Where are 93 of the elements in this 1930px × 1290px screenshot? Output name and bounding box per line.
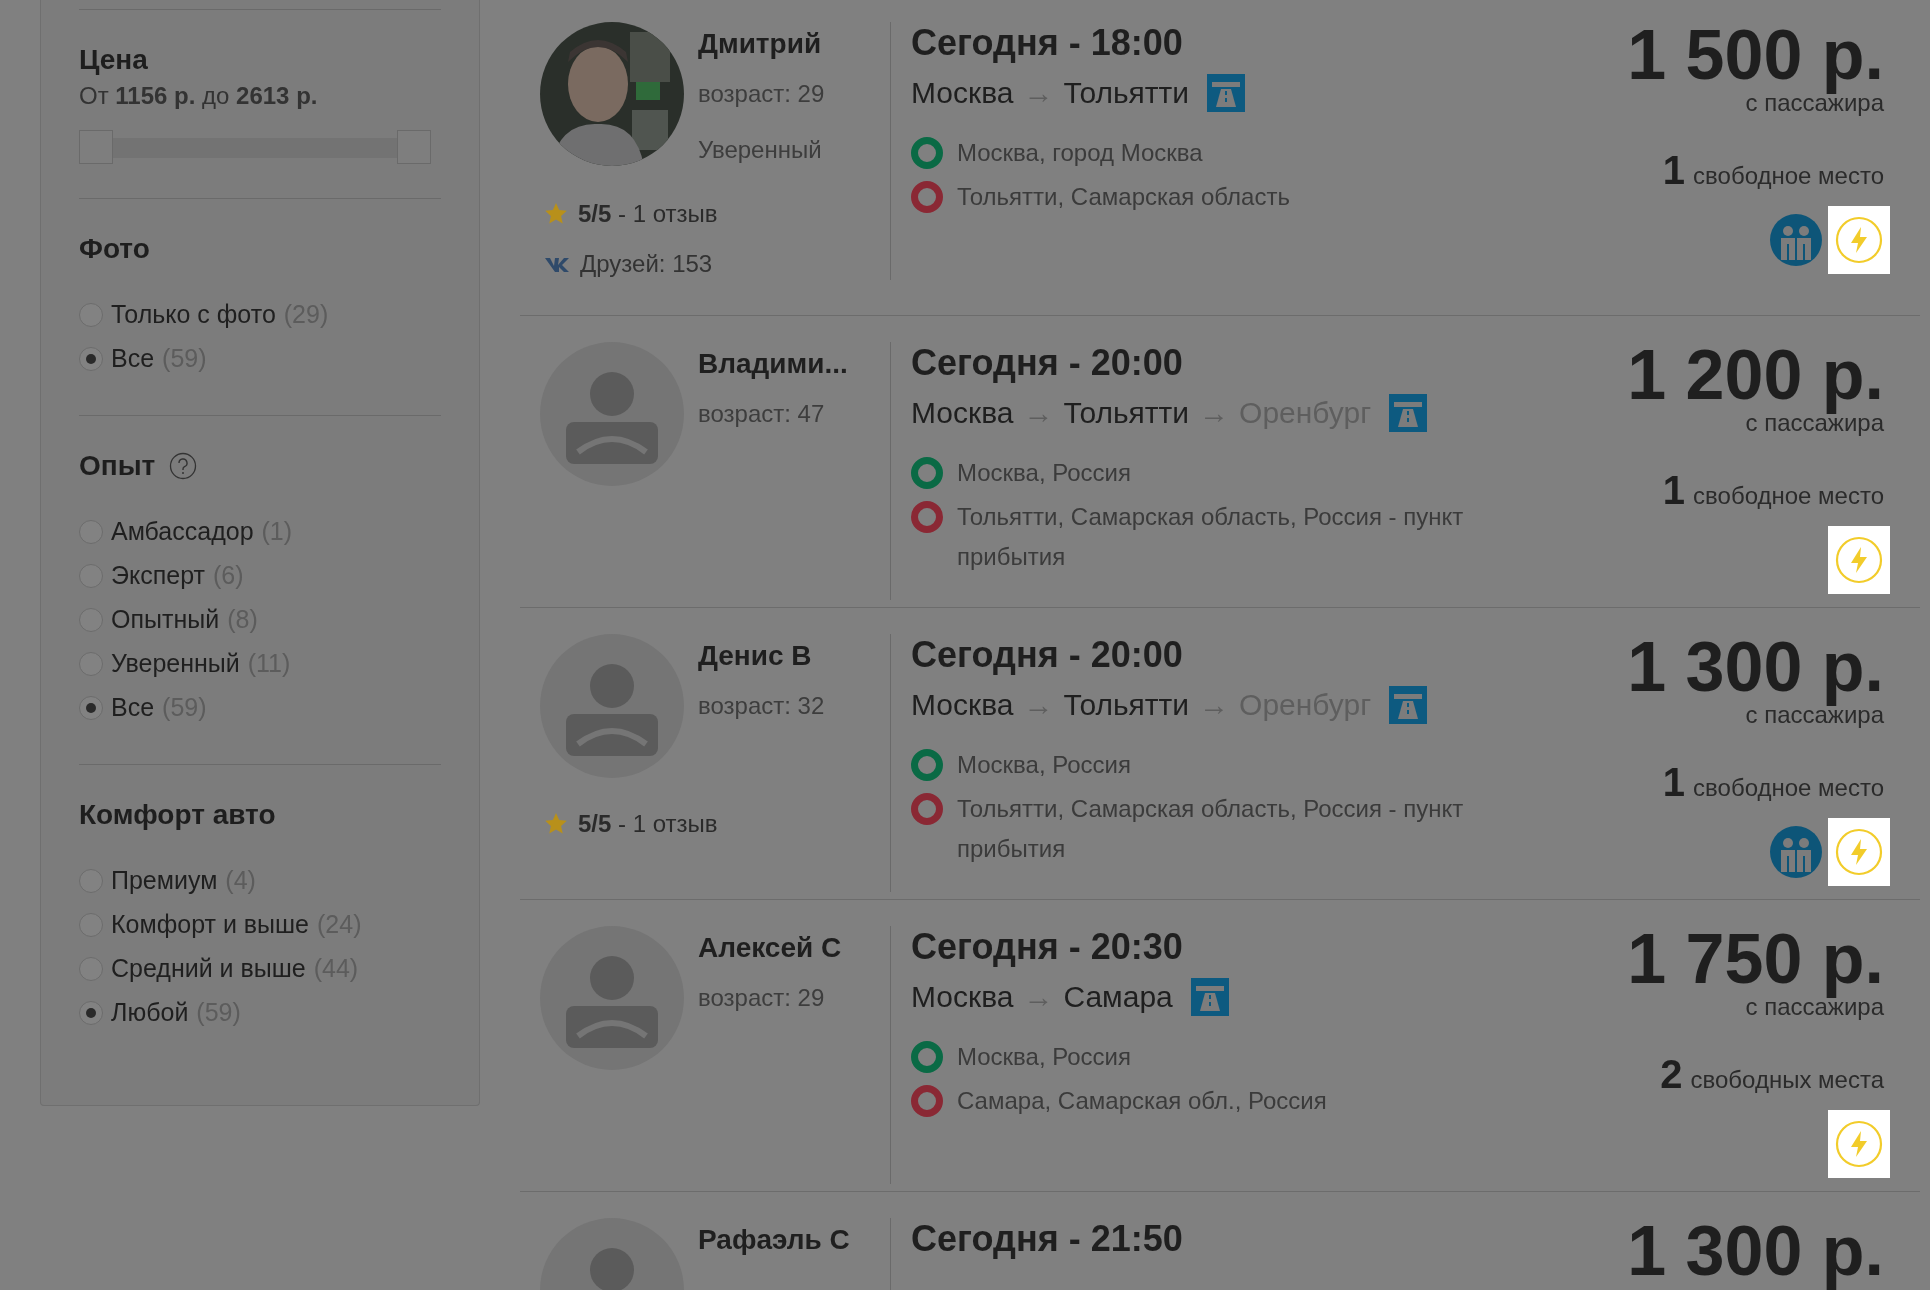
stop-marker [911, 1041, 943, 1073]
route-city: Москва [911, 75, 1014, 111]
route-city: Москва [911, 979, 1014, 1015]
stop-address: Москва, Россия [957, 458, 1131, 488]
driver-avatar-icon [540, 926, 684, 1070]
stop-address: Тольятти, Самарская область, Россия - пункт прибытия [957, 794, 1465, 864]
section-title: Фото [79, 232, 150, 266]
seats-label: свободное место [1693, 773, 1884, 803]
stop-marker [911, 793, 943, 825]
route-city: Тольятти [1063, 395, 1190, 431]
seats-count: 1 [1662, 467, 1686, 514]
lightning-icon[interactable] [1828, 206, 1890, 274]
trip-price: 1 300 р. [1627, 1211, 1884, 1290]
seats-count: 1 [1662, 147, 1686, 194]
radio-button[interactable] [79, 347, 103, 371]
seats-label: свободное место [1693, 481, 1884, 511]
driver-age: возраст: 47 [698, 399, 826, 429]
help-icon[interactable] [169, 452, 198, 480]
section-title: Цена [79, 43, 148, 77]
route-city: Тольятти [1063, 75, 1190, 111]
driver-experience: Уверенный [698, 135, 823, 165]
highway-icon [1207, 73, 1246, 112]
section-title: Опыт [79, 449, 156, 483]
lightning-icon[interactable] [1828, 1110, 1890, 1178]
seats-count: 1 [1662, 759, 1686, 806]
driver-name[interactable]: Дмитрий [698, 26, 825, 62]
route-arrow: → [1199, 687, 1230, 723]
star-icon [544, 812, 568, 836]
highway-icon [1190, 977, 1229, 1016]
radio-button[interactable] [79, 1001, 103, 1025]
radio-button[interactable] [79, 696, 103, 720]
departure-time: Сегодня - 18:00 [911, 22, 1183, 64]
vk-icon [544, 256, 570, 272]
departure-time: Сегодня - 20:00 [911, 342, 1183, 384]
stop-address: Самара, Самарская обл., Россия [957, 1086, 1327, 1116]
price-range-text: От 1156 р. до 2613 р. [79, 81, 318, 111]
departure-time: Сегодня - 20:00 [911, 634, 1183, 676]
driver-age: возраст: 29 [698, 79, 825, 109]
stop-marker [911, 457, 943, 489]
route-city: Москва [911, 687, 1014, 723]
route-arrow: → [1023, 687, 1054, 723]
rating-text: 5/5 - 1 отзыв [578, 199, 718, 229]
people-icon [1770, 214, 1822, 266]
route-city: Москва [911, 395, 1014, 431]
route-arrow: → [1023, 979, 1054, 1015]
option-label[interactable]: Эксперт [111, 557, 205, 595]
driver-name[interactable]: Рафаэль С [698, 1222, 850, 1258]
seats-label: свободных места [1690, 1065, 1884, 1095]
driver-age: возраст: 32 [698, 691, 825, 721]
lightning-icon[interactable] [1828, 526, 1890, 594]
route-city: Тольятти [1063, 687, 1190, 723]
route-city: Самара [1063, 979, 1173, 1015]
highway-icon [1389, 393, 1428, 432]
seats-count: 2 [1660, 1051, 1683, 1098]
stop-marker [911, 181, 943, 213]
option-label[interactable]: Все [111, 340, 155, 378]
people-icon [1770, 826, 1822, 878]
rating-text: 5/5 - 1 отзыв [578, 809, 718, 839]
stop-address: Москва, Россия [957, 1042, 1131, 1072]
seats-label: свободное место [1693, 161, 1884, 191]
departure-time: Сегодня - 20:30 [911, 926, 1183, 968]
option-label[interactable]: Амбассадор [111, 513, 254, 551]
section-title: Комфорт авто [79, 798, 276, 832]
driver-avatar-icon [540, 634, 684, 778]
highway-icon [1389, 685, 1428, 724]
route-arrow: → [1023, 75, 1054, 111]
driver-avatar-icon [540, 342, 684, 486]
option-label[interactable]: Только с фото [111, 296, 276, 334]
option-label[interactable]: Опытный [111, 601, 220, 639]
route-arrow: → [1023, 395, 1054, 431]
stop-marker [911, 501, 943, 533]
driver-name[interactable]: Владими... [698, 346, 848, 382]
lightning-icon[interactable] [1828, 818, 1890, 886]
departure-time: Сегодня - 21:50 [911, 1218, 1183, 1260]
option-label[interactable]: Средний и выше [111, 950, 306, 988]
stop-marker [911, 1085, 943, 1117]
driver-name[interactable]: Алексей С [698, 930, 842, 966]
stop-marker [911, 749, 943, 781]
stop-address: Москва, город Москва [957, 138, 1203, 168]
option-label[interactable]: Любой [111, 994, 189, 1032]
option-label[interactable]: Уверенный [111, 645, 240, 683]
driver-name[interactable]: Денис В [698, 638, 825, 674]
stop-address: Тольятти, Самарская область, Россия - пункт прибытия [957, 502, 1465, 572]
stop-address: Тольятти, Самарская область [957, 182, 1290, 212]
star-icon [544, 202, 568, 226]
option-label[interactable]: Все [111, 689, 155, 727]
route-arrow: → [1199, 395, 1230, 431]
stop-marker [911, 137, 943, 169]
option-label[interactable]: Комфорт и выше [111, 906, 309, 944]
friends-count: Друзей: 153 [580, 249, 713, 279]
driver-age: возраст: 29 [698, 983, 826, 1013]
stop-address: Москва, Россия [957, 750, 1131, 780]
option-label[interactable]: Премиум [111, 862, 218, 900]
